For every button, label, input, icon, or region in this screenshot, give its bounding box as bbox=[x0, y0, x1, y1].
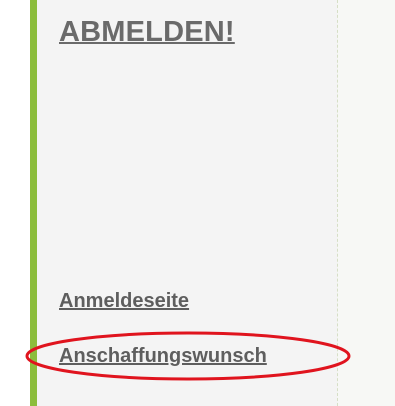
right-column bbox=[338, 0, 395, 406]
logout-link[interactable]: ABMELDEN! bbox=[59, 16, 235, 49]
purchase-request-link[interactable]: Anschaffungswunsch bbox=[59, 345, 267, 368]
login-page-link[interactable]: Anmeldeseite bbox=[59, 290, 189, 313]
